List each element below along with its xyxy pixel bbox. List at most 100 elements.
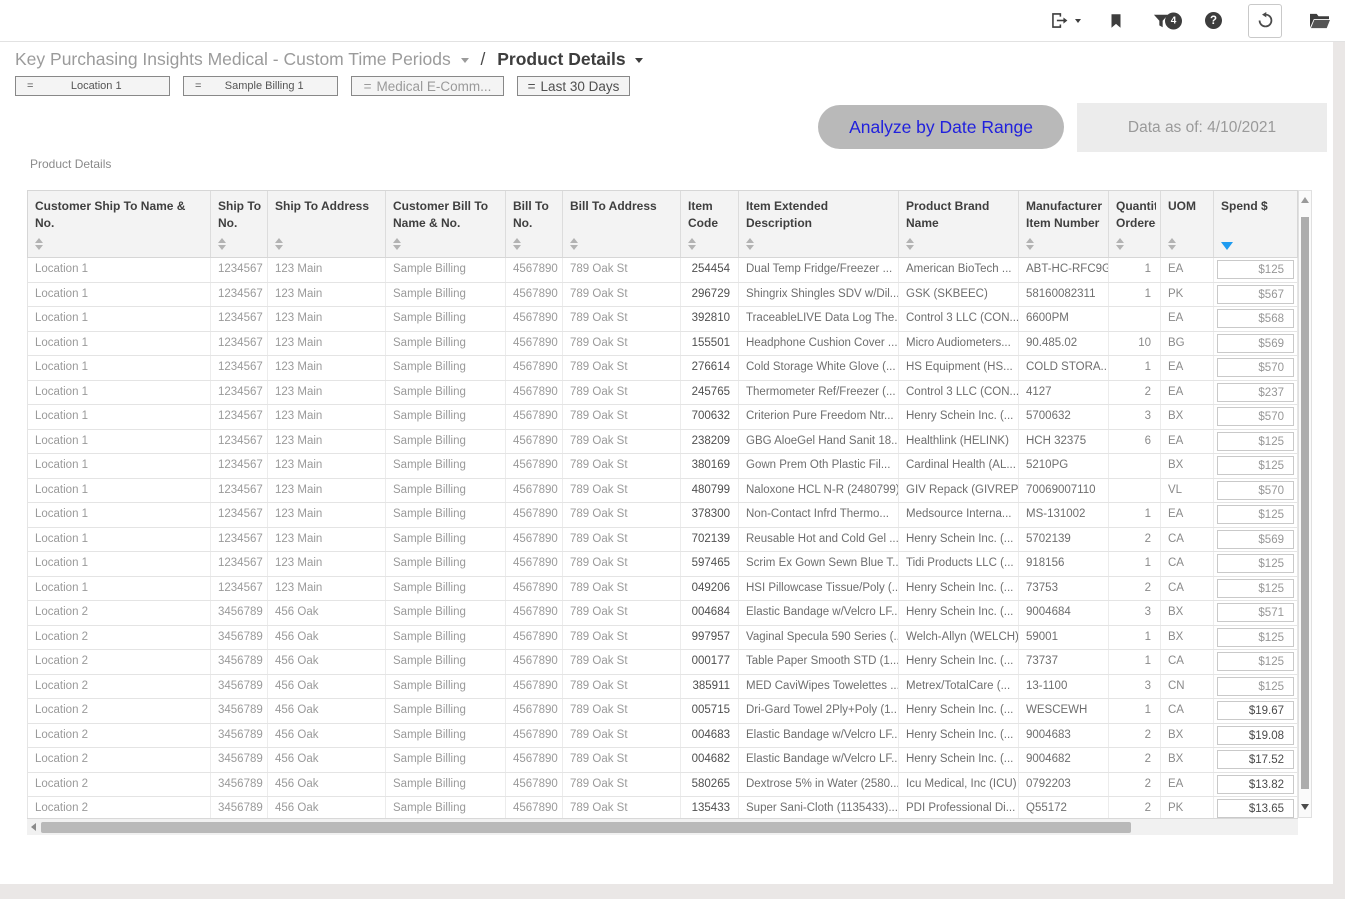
- cell-uom: EA: [1161, 503, 1214, 527]
- column-header[interactable]: Manufacturer Item Number: [1019, 191, 1109, 257]
- scroll-up-arrow-icon[interactable]: [1301, 197, 1309, 203]
- column-header[interactable]: Bill To Address: [563, 191, 681, 257]
- column-header[interactable]: Customer Ship To Name & No.: [28, 191, 211, 257]
- column-header[interactable]: Item Code: [681, 191, 739, 257]
- table-row[interactable]: Location 1 1234567 123 Main Sample Billi…: [28, 577, 1297, 602]
- cell-customer-ship-to-name: Location 2: [28, 675, 211, 699]
- table-row[interactable]: Location 2 3456789 456 Oak Sample Billin…: [28, 797, 1297, 818]
- cell-customer-bill-to-name: Sample Billing: [386, 356, 506, 380]
- spend-value: $125: [1217, 432, 1294, 451]
- page-title-dropdown[interactable]: Product Details: [497, 49, 643, 69]
- cell-customer-bill-to-name: Sample Billing: [386, 577, 506, 601]
- sort-control[interactable]: [1168, 238, 1176, 250]
- report-title-dropdown[interactable]: Key Purchasing Insights Medical - Custom…: [15, 49, 473, 69]
- sort-control[interactable]: [688, 238, 696, 250]
- column-header[interactable]: Quantity Ordered: [1109, 191, 1161, 257]
- filter-chip-billing[interactable]: = Sample Billing 1: [183, 76, 338, 96]
- table-row[interactable]: Location 1 1234567 123 Main Sample Billi…: [28, 356, 1297, 381]
- cell-spend: $569: [1214, 528, 1298, 552]
- column-header[interactable]: Product Brand Name: [899, 191, 1019, 257]
- vertical-scrollbar[interactable]: [1298, 190, 1312, 818]
- scroll-down-arrow-icon[interactable]: [1301, 804, 1309, 810]
- table-row[interactable]: Location 1 1234567 123 Main Sample Billi…: [28, 381, 1297, 406]
- table-row[interactable]: Location 2 3456789 456 Oak Sample Billin…: [28, 601, 1297, 626]
- table-row[interactable]: Location 2 3456789 456 Oak Sample Billin…: [28, 773, 1297, 798]
- table-row[interactable]: Location 1 1234567 123 Main Sample Billi…: [28, 503, 1297, 528]
- table-row[interactable]: Location 1 1234567 123 Main Sample Billi…: [28, 528, 1297, 553]
- cell-ship-to-no: 1234567: [211, 503, 268, 527]
- sort-control[interactable]: [570, 238, 578, 250]
- table-row[interactable]: Location 1 1234567 123 Main Sample Billi…: [28, 479, 1297, 504]
- column-header[interactable]: Bill To No.: [506, 191, 563, 257]
- sort-arrows-icon: [275, 238, 283, 250]
- cell-uom: BX: [1161, 454, 1214, 478]
- cell-customer-bill-to-name: Sample Billing: [386, 258, 506, 282]
- sort-control[interactable]: [1221, 242, 1233, 250]
- cell-manufacturer-item-number: 9004682: [1019, 748, 1109, 772]
- export-button[interactable]: [1049, 10, 1081, 31]
- horizontal-scroll-thumb[interactable]: [41, 822, 1131, 833]
- sort-control[interactable]: [1116, 238, 1124, 250]
- analyze-by-date-range-button[interactable]: Analyze by Date Range: [818, 105, 1064, 149]
- vertical-scroll-thumb[interactable]: [1301, 217, 1309, 789]
- filter-chip-medical-ecomm[interactable]: = Medical E-Comm...: [351, 76, 504, 96]
- sort-control[interactable]: [275, 238, 283, 250]
- filter-chip-last-30-days[interactable]: = Last 30 Days: [517, 76, 630, 96]
- cell-ship-to-address: 456 Oak: [268, 650, 386, 674]
- table-row[interactable]: Location 2 3456789 456 Oak Sample Billin…: [28, 626, 1297, 651]
- table-row[interactable]: Location 2 3456789 456 Oak Sample Billin…: [28, 650, 1297, 675]
- cell-spend: $125: [1214, 430, 1298, 454]
- sort-arrows-icon: [1116, 238, 1124, 250]
- column-header[interactable]: Ship To Address: [268, 191, 386, 257]
- scroll-left-arrow-icon[interactable]: [31, 823, 36, 831]
- cell-spend: $125: [1214, 503, 1298, 527]
- table-row[interactable]: Location 2 3456789 456 Oak Sample Billin…: [28, 724, 1297, 749]
- table-row[interactable]: Location 2 3456789 456 Oak Sample Billin…: [28, 748, 1297, 773]
- refresh-button[interactable]: [1248, 4, 1282, 38]
- cell-manufacturer-item-number: 73737: [1019, 650, 1109, 674]
- column-header[interactable]: UOM: [1161, 191, 1214, 257]
- sort-control[interactable]: [906, 238, 914, 250]
- table-row[interactable]: Location 1 1234567 123 Main Sample Billi…: [28, 258, 1297, 283]
- sort-control[interactable]: [218, 238, 226, 250]
- cell-item-code: 597465: [681, 552, 739, 576]
- caret-down-icon: [1075, 19, 1081, 23]
- cell-uom: EA: [1161, 356, 1214, 380]
- table-row[interactable]: Location 1 1234567 123 Main Sample Billi…: [28, 332, 1297, 357]
- cell-uom: CA: [1161, 577, 1214, 601]
- filter-chip-location[interactable]: = Location 1: [15, 76, 170, 96]
- column-header[interactable]: Customer Bill To Name & No.: [386, 191, 506, 257]
- cell-customer-bill-to-name: Sample Billing: [386, 650, 506, 674]
- cell-uom: CA: [1161, 528, 1214, 552]
- cell-manufacturer-item-number: COLD STORA...: [1019, 356, 1109, 380]
- table-row[interactable]: Location 1 1234567 123 Main Sample Billi…: [28, 552, 1297, 577]
- sort-control[interactable]: [1026, 238, 1034, 250]
- table-row[interactable]: Location 2 3456789 456 Oak Sample Billin…: [28, 675, 1297, 700]
- sort-control[interactable]: [513, 238, 521, 250]
- help-button[interactable]: [1205, 12, 1222, 29]
- cell-uom: EA: [1161, 773, 1214, 797]
- table-row[interactable]: Location 1 1234567 123 Main Sample Billi…: [28, 454, 1297, 479]
- filter-button[interactable]: 4: [1151, 11, 1171, 31]
- cell-bill-to-address: 789 Oak St: [563, 724, 681, 748]
- table-row[interactable]: Location 1 1234567 123 Main Sample Billi…: [28, 283, 1297, 308]
- table-row[interactable]: Location 1 1234567 123 Main Sample Billi…: [28, 430, 1297, 455]
- cell-bill-to-address: 789 Oak St: [563, 650, 681, 674]
- cell-item-code: 392810: [681, 307, 739, 331]
- sort-control[interactable]: [746, 238, 754, 250]
- sort-control[interactable]: [393, 238, 401, 250]
- column-header-label: Product Brand Name: [906, 198, 1014, 233]
- cell-item-code: 005715: [681, 699, 739, 723]
- column-header[interactable]: Spend $: [1214, 191, 1298, 257]
- horizontal-scrollbar[interactable]: [27, 818, 1298, 835]
- column-header[interactable]: Ship To No.: [211, 191, 268, 257]
- cell-product-brand-name: Henry Schein Inc. (...: [899, 577, 1019, 601]
- cell-item-extended-description: Table Paper Smooth STD (1...: [739, 650, 899, 674]
- table-row[interactable]: Location 1 1234567 123 Main Sample Billi…: [28, 307, 1297, 332]
- bookmark-button[interactable]: [1107, 11, 1125, 31]
- table-row[interactable]: Location 2 3456789 456 Oak Sample Billin…: [28, 699, 1297, 724]
- column-header[interactable]: Item Extended Description: [739, 191, 899, 257]
- workbook-button[interactable]: [1308, 11, 1331, 30]
- sort-control[interactable]: [35, 238, 43, 250]
- table-row[interactable]: Location 1 1234567 123 Main Sample Billi…: [28, 405, 1297, 430]
